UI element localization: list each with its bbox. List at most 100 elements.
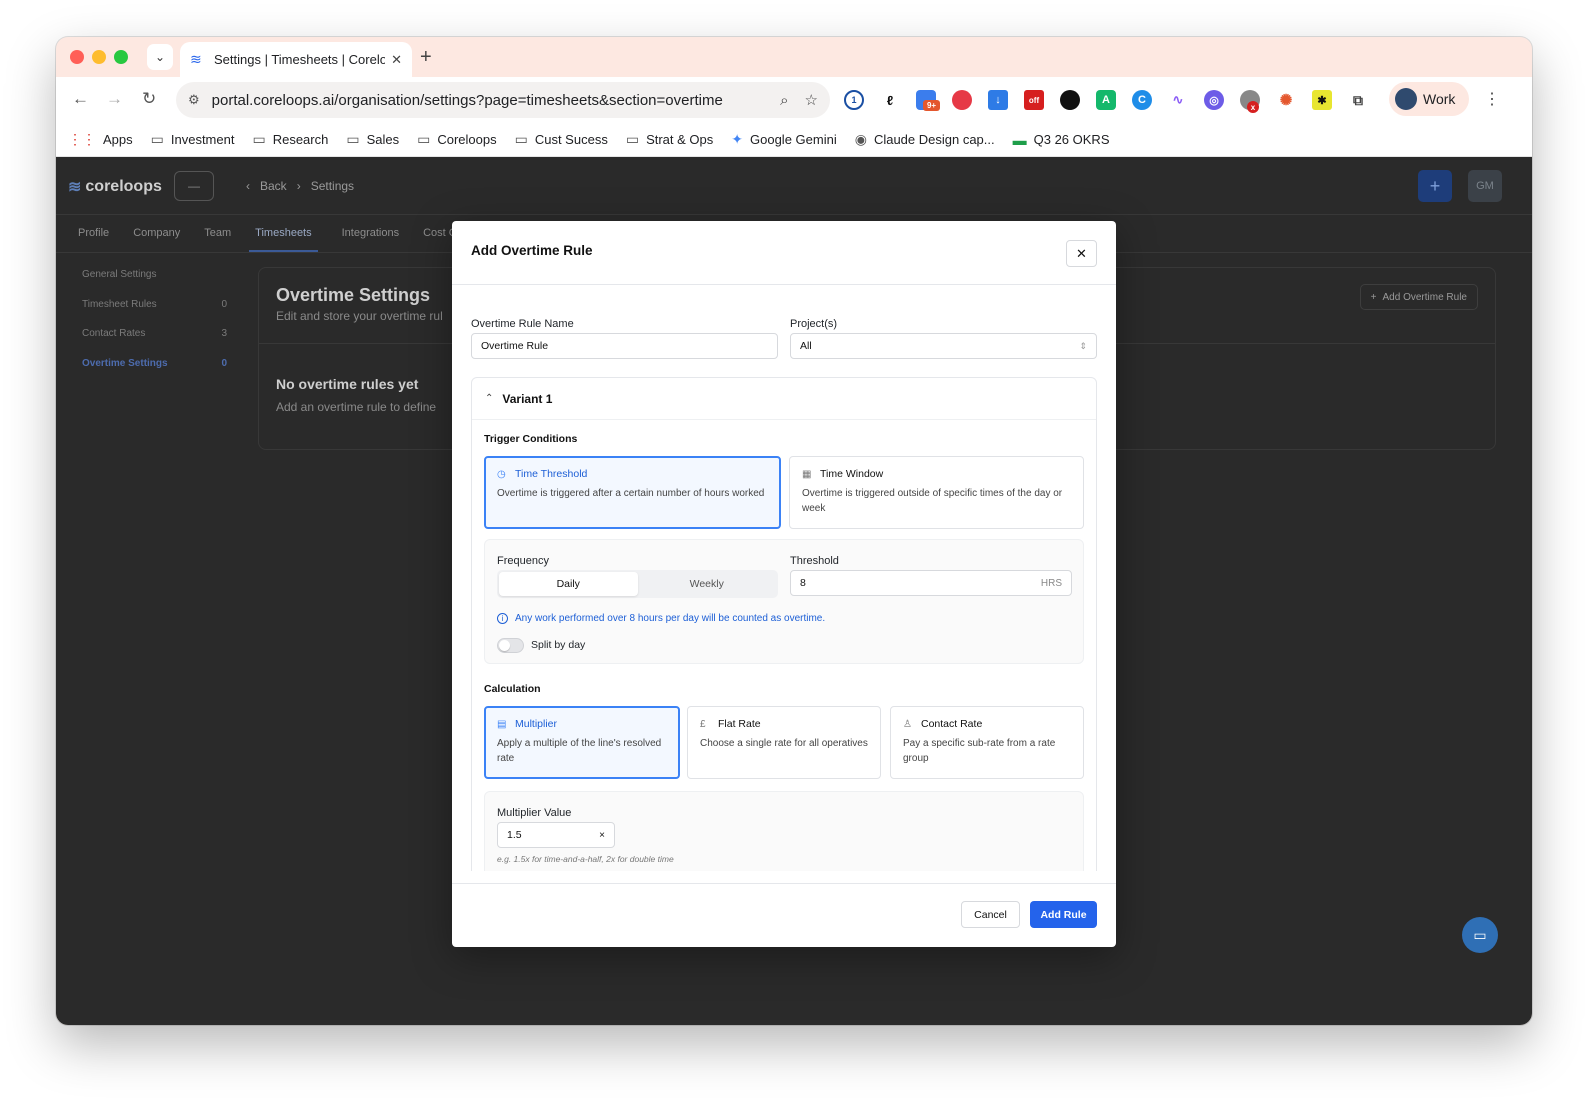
workspace-switcher-button[interactable]: — — [174, 171, 214, 201]
add-rule-button[interactable]: Add Rule — [1030, 901, 1097, 928]
tab-profile[interactable]: Profile — [78, 215, 109, 252]
add-overtime-rule-button[interactable]: + Add Overtime Rule — [1359, 284, 1478, 310]
empty-state-title: No overtime rules yet — [276, 376, 419, 392]
tab-search-button[interactable]: ⌄ — [147, 44, 173, 70]
coupon-extension-icon[interactable]: off — [1024, 90, 1044, 110]
multiplier-label: Multiplier Value — [497, 807, 572, 819]
user-avatar[interactable]: GM — [1468, 170, 1502, 202]
close-icon: ✕ — [1076, 245, 1087, 261]
download-extension-icon[interactable]: ↓ — [988, 90, 1008, 110]
variant-header[interactable]: ⌃ Variant 1 — [472, 378, 1096, 420]
claude-extension-icon[interactable]: ✺ — [1276, 90, 1296, 110]
sidebar-item-contact-rates[interactable]: Contact Rates 3 — [82, 328, 227, 358]
bookmark-q3-okrs[interactable]: ▬ Q3 26 OKRS — [1013, 132, 1110, 148]
calculation-title: Calculation — [484, 683, 541, 695]
sidebar-item-overtime-settings[interactable]: Overtime Settings 0 — [82, 358, 227, 388]
bookmark-folder-research[interactable]: ▭ Research — [252, 131, 328, 148]
tab-integrations[interactable]: Integrations — [342, 215, 399, 252]
coreloops-logo[interactable]: ≋ coreloops — [68, 177, 162, 197]
back-arrow-icon[interactable]: ← — [72, 89, 89, 109]
rule-name-input[interactable]: Overtime Rule — [471, 333, 778, 359]
tab-timesheets[interactable]: Timesheets — [249, 215, 318, 252]
profile-avatar — [1395, 88, 1417, 110]
projects-value: All — [800, 340, 812, 352]
frequency-daily[interactable]: Daily — [499, 572, 638, 596]
browser-menu-icon[interactable]: ⋮ — [1484, 89, 1500, 109]
breadcrumb-current: Settings — [310, 179, 355, 193]
asterisk-extension-icon[interactable]: ✱ — [1312, 90, 1332, 110]
multiplier-input[interactable]: 1.5 × — [497, 822, 615, 848]
zoom-icon[interactable]: ⌕ — [780, 92, 788, 109]
waveform-extension-icon[interactable]: ∿ — [1168, 90, 1188, 110]
sidebar-item-general-settings[interactable]: General Settings — [82, 269, 227, 299]
minimize-window-button[interactable] — [92, 50, 106, 64]
bookmark-folder-sales[interactable]: ▭ Sales — [346, 131, 399, 148]
puzzle-extensions-icon[interactable]: ⧉ — [1348, 90, 1368, 110]
url-text[interactable]: portal.coreloops.ai/organisation/setting… — [212, 92, 764, 109]
threshold-input[interactable]: 8 HRS — [790, 570, 1072, 596]
bookmark-folder-strat-ops[interactable]: ▭ Strat & Ops — [626, 131, 713, 148]
bookmark-label: Research — [272, 132, 329, 147]
frequency-weekly[interactable]: Weekly — [638, 572, 777, 596]
breadcrumb: ‹ Back › Settings — [246, 179, 364, 193]
new-tab-button[interactable]: + — [420, 46, 432, 69]
browser-tab[interactable]: ≋ Settings | Timesheets | Corelo ✕ — [180, 42, 412, 77]
multiplier-option[interactable]: ▤ Multiplier Apply a multiple of the line… — [484, 706, 680, 779]
profile-button[interactable]: Work — [1389, 82, 1469, 116]
threshold-unit: HRS — [1040, 577, 1062, 589]
breadcrumb-back[interactable]: Back — [260, 179, 287, 193]
option-title: Flat Rate — [718, 718, 761, 730]
password-manager-icon[interactable]: 1 — [844, 90, 864, 110]
bookmark-apps[interactable]: ⋮⋮ Apps — [68, 131, 133, 148]
clear-icon[interactable]: × — [599, 830, 605, 841]
site-settings-icon[interactable]: ⚙ — [188, 92, 200, 108]
sidebar-item-count: 0 — [221, 357, 227, 369]
support-chat-button[interactable]: ▭ — [1462, 917, 1498, 953]
sidebar-item-label: General Settings — [82, 269, 157, 280]
toggle-knob — [499, 640, 510, 651]
blocked-badge: x — [1247, 101, 1259, 113]
reload-icon[interactable]: ↻ — [142, 89, 156, 109]
tab-team[interactable]: Team — [204, 215, 231, 252]
projects-label: Project(s) — [790, 318, 838, 330]
close-window-button[interactable] — [70, 50, 84, 64]
bookmark-label: Q3 26 OKRS — [1033, 132, 1110, 147]
bookmark-folder-coreloops[interactable]: ▭ Coreloops — [417, 131, 497, 148]
time-window-option[interactable]: ▦ Time Window Overtime is triggered outsi… — [789, 456, 1084, 529]
green-extension-icon[interactable]: A — [1096, 90, 1116, 110]
time-threshold-option[interactable]: ◷ Time Threshold Overtime is triggered af… — [484, 456, 781, 529]
calendar-icon: ▦ — [802, 468, 812, 480]
tab-company[interactable]: Company — [133, 215, 180, 252]
bookmark-star-icon[interactable]: ☆ — [805, 91, 818, 109]
app-page: ≋ coreloops — ‹ Back › Settings + GM Prof… — [56, 157, 1532, 1025]
bookmark-label: Sales — [366, 132, 400, 147]
settings-sidenav: General Settings Timesheet Rules 0 Contac… — [82, 269, 227, 387]
projects-select[interactable]: All ⇕ — [790, 333, 1097, 359]
create-button[interactable]: + — [1418, 170, 1452, 202]
script-extension-icon[interactable]: ℓ — [880, 90, 900, 110]
zoom-window-button[interactable] — [114, 50, 128, 64]
cancel-button[interactable]: Cancel — [961, 901, 1020, 928]
bookmark-claude-design[interactable]: ◉ Claude Design cap... — [855, 131, 995, 148]
address-bar[interactable]: ⚙ portal.coreloops.ai/organisation/setti… — [176, 82, 830, 118]
bookmark-folder-cust-sucess[interactable]: ▭ Cust Sucess — [515, 131, 608, 148]
button-label: Add Overtime Rule — [1382, 291, 1467, 303]
option-title: Contact Rate — [921, 718, 983, 730]
close-dialog-button[interactable]: ✕ — [1066, 240, 1097, 267]
close-tab-icon[interactable]: ✕ — [391, 52, 402, 68]
flat-rate-option[interactable]: £ Flat Rate Choose a single rate for all … — [687, 706, 881, 779]
pokeball-extension-icon[interactable] — [952, 90, 972, 110]
sidebar-item-timesheet-rules[interactable]: Timesheet Rules 0 — [82, 299, 227, 329]
bookmark-google-gemini[interactable]: ✦ Google Gemini — [731, 131, 836, 148]
disc-extension-icon[interactable] — [1060, 90, 1080, 110]
spiral-extension-icon[interactable]: ◎ — [1204, 90, 1224, 110]
chevron-left-icon[interactable]: ‹ — [246, 179, 250, 193]
c-extension-icon[interactable]: C — [1132, 90, 1152, 110]
threshold-label: Threshold — [790, 555, 839, 567]
bookmark-label: Strat & Ops — [646, 132, 714, 147]
folder-icon: ▭ — [252, 131, 266, 147]
forward-arrow-icon[interactable]: → — [106, 89, 123, 109]
contact-rate-option[interactable]: ♙ Contact Rate Pay a specific sub-rate fr… — [890, 706, 1084, 779]
split-by-day-toggle[interactable] — [497, 638, 524, 653]
bookmark-folder-investment[interactable]: ▭ Investment — [151, 131, 235, 148]
